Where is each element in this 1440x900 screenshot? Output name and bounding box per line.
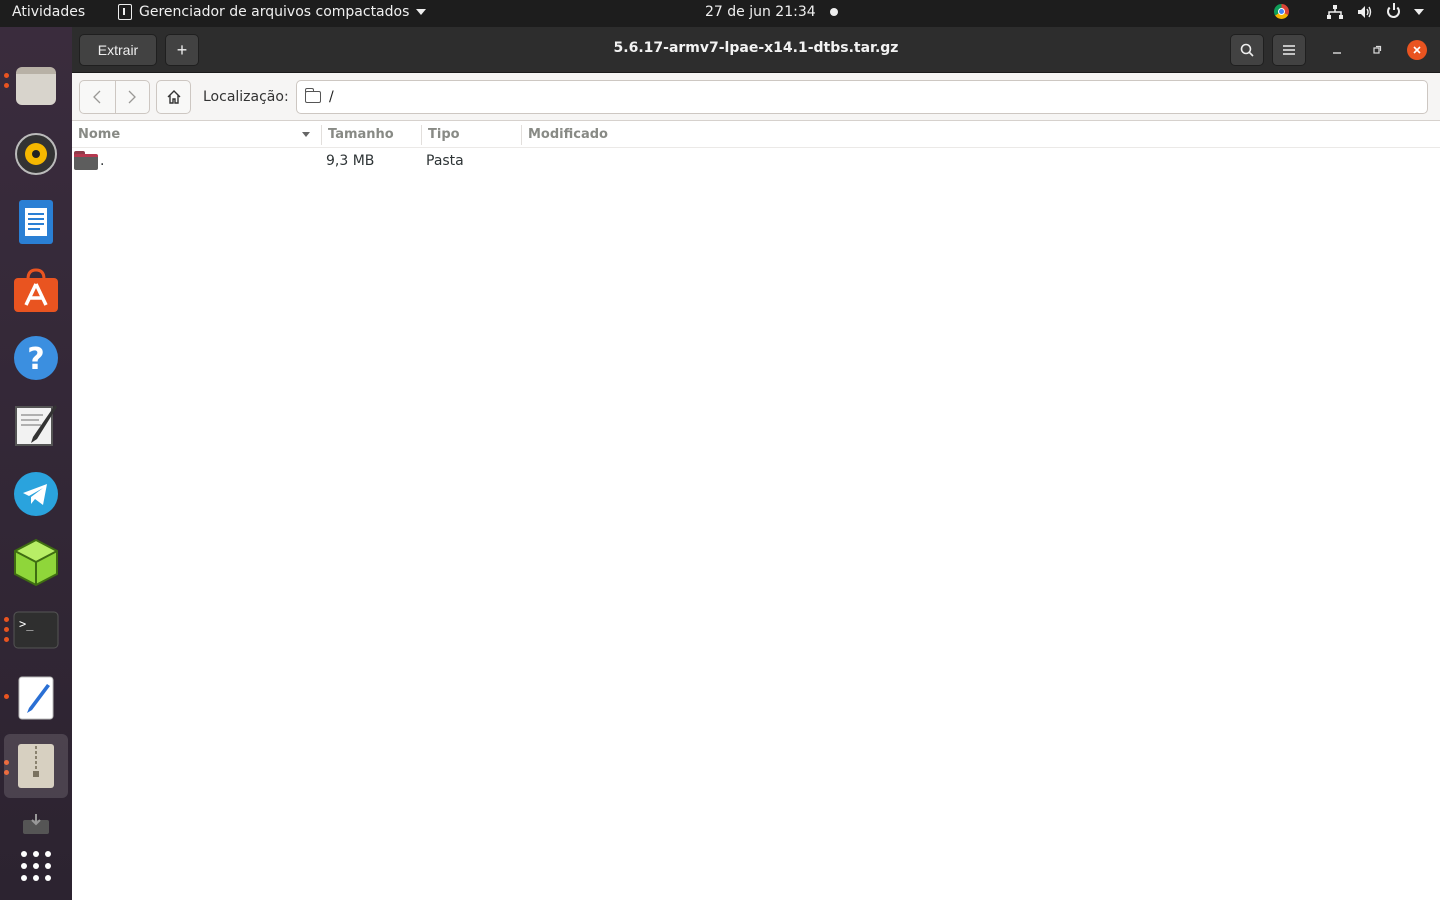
menu-button[interactable] [1272,34,1306,66]
home-button[interactable] [156,80,191,114]
search-button[interactable] [1230,34,1264,66]
dock-item-files[interactable] [4,54,68,118]
gedit-icon [18,676,54,720]
svg-text:>_: >_ [19,617,34,631]
cube-app-icon [14,538,58,586]
file-type: Pasta [426,153,464,169]
header-bar: Extrair + 5.6.17-armv7-lpae-x14.1-dtbs.t… [72,27,1440,73]
clock[interactable]: 27 de jun 21:34 [705,4,838,20]
text-editor-icon [15,405,57,446]
dock-item-gedit[interactable] [4,666,68,730]
back-button[interactable] [80,81,115,113]
chevron-left-icon [93,90,101,104]
dock-item-cube-app[interactable] [4,530,68,594]
sort-descending-icon [302,132,310,137]
dock-item-help[interactable]: ? [4,326,68,390]
volume-icon [1358,5,1372,18]
archive-manager-window: Extrair + 5.6.17-armv7-lpae-x14.1-dtbs.t… [72,27,1440,900]
column-name[interactable]: Nome [78,127,120,142]
svg-text:?: ? [27,342,44,377]
column-modified[interactable]: Modificado [528,127,608,142]
app-grid-icon [21,851,51,881]
folder-icon [304,88,321,103]
dock-item-writer[interactable] [4,190,68,254]
hamburger-menu-icon [1283,45,1295,55]
column-separator [421,125,422,145]
location-label: Localização: [203,89,289,105]
disk-icon [23,814,49,834]
archive-manager-icon [18,744,54,788]
archive-app-icon [118,4,132,20]
close-button[interactable] [1407,40,1427,60]
writer-icon [19,200,53,244]
top-bar: Atividades Gerenciador de arquivos compa… [0,0,1440,27]
dock-item-terminal[interactable]: >_ [4,598,68,662]
column-size[interactable]: Tamanho [328,127,394,142]
dock-item-app-grid[interactable] [4,834,68,898]
navigation-buttons [79,80,150,114]
network-icon [1327,4,1343,19]
file-size: 9,3 MB [326,153,375,169]
dock-item-rhythmbox[interactable] [4,122,68,186]
folder-icon [74,151,98,170]
restore-icon [1373,45,1382,54]
files-icon [16,67,56,105]
location-field[interactable]: / [296,80,1428,114]
column-separator [521,125,522,145]
column-type[interactable]: Tipo [428,127,460,142]
maximize-button[interactable] [1367,40,1387,60]
minimize-button[interactable] [1327,40,1347,60]
dock-item-text-editor[interactable] [4,394,68,458]
chrome-icon[interactable] [1274,4,1289,19]
location-toolbar: Localização: / [72,73,1440,121]
dock-item-telegram[interactable] [4,462,68,526]
app-menu-label: Gerenciador de arquivos compactados [139,4,410,20]
search-icon [1240,43,1254,57]
chevron-down-icon [416,9,427,15]
chevron-down-icon [1414,8,1424,15]
column-separator [321,125,322,145]
minimize-icon [1333,52,1341,54]
file-list-header: Nome Tamanho Tipo Modificado [72,122,1440,148]
software-icon [14,268,58,312]
dock-item-archive-manager[interactable] [4,734,68,798]
file-name: . [100,153,105,169]
location-path: / [329,89,334,105]
system-tray[interactable] [1274,3,1424,19]
table-row[interactable]: . 9,3 MB Pasta [72,149,1440,173]
notification-dot-icon [829,8,838,16]
chevron-right-icon [128,90,137,104]
forward-button[interactable] [114,81,150,113]
clock-label: 27 de jun 21:34 [705,4,816,20]
close-icon [1413,46,1421,54]
rhythmbox-icon [15,133,57,175]
app-menu[interactable]: Gerenciador de arquivos compactados [118,4,427,20]
activities-button[interactable]: Atividades [12,4,85,20]
dock: ? >_ [0,27,72,900]
terminal-icon: >_ [13,611,59,649]
dock-item-software[interactable] [4,258,68,322]
power-icon [1387,3,1400,18]
help-icon: ? [14,336,58,380]
telegram-icon [14,472,58,516]
home-icon [167,90,180,104]
